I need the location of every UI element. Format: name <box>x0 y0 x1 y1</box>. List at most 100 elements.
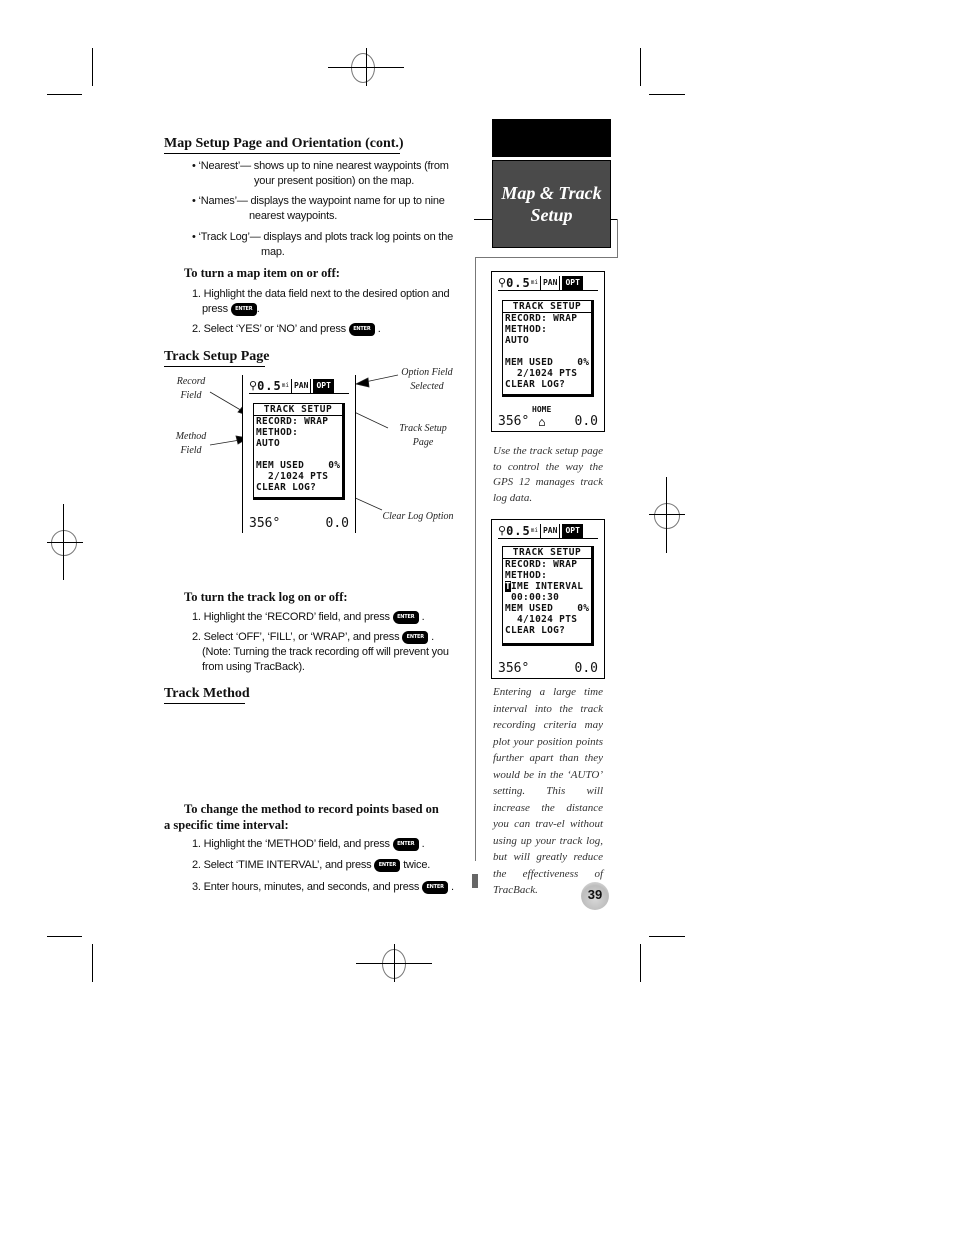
bullet-track-log: • ‘Track Log’— displays and plots track … <box>192 231 454 258</box>
enter-key-icon: ENTER <box>392 837 419 851</box>
time-interval-value: 00:00:30 <box>505 592 560 603</box>
crop-mark <box>640 944 641 982</box>
registration-mark-top <box>328 48 404 86</box>
arrow-method-line <box>209 439 241 446</box>
crop-mark <box>649 94 685 95</box>
gps-status-bar: ⚲ 0.5 mi PAN OPT <box>249 379 349 394</box>
scale-unit: mi <box>281 382 289 389</box>
crop-mark <box>92 944 93 982</box>
scale-unit: mi <box>530 279 538 286</box>
memory-used: MEM USED 0% <box>505 603 590 614</box>
step-time-interval-2: 2. Select ‘TIME INTERVAL’, and press ENT… <box>192 858 431 872</box>
enter-key-icon: ENTER <box>402 630 429 644</box>
panel-title: TRACK SETUP <box>503 547 591 559</box>
page-number: 39 <box>581 882 609 910</box>
bullet-names: • ‘Names’— displays the waypoint name fo… <box>192 195 445 222</box>
record-field: RECORD: WRAP <box>505 559 578 570</box>
tab-rule-right-down <box>617 219 618 257</box>
step-track-log-2: 2. Select ‘OFF’, ‘FILL’, or ‘WRAP’, and … <box>192 630 449 673</box>
track-setup-panel: TRACK SETUP RECORD: WRAP METHOD: TIME IN… <box>502 546 594 646</box>
gps-bottom-bar: 356° 0.0 <box>498 662 598 676</box>
step-map-item-2: 2. Select ‘YES’ or ‘NO’ and press ENTER … <box>192 322 381 336</box>
speed-readout: 0.0 <box>574 661 598 676</box>
map-scale: 0.5 <box>506 524 531 538</box>
sidebar-caption-1: Use the track setup page to control the … <box>493 445 603 504</box>
pan-field: PAN <box>290 379 312 393</box>
clear-log-option: CLEAR LOG? <box>505 625 566 636</box>
gps-screen-track-setup-home: ⚲ 0.5 mi PAN OPT TRACK SETUP RECORD: WRAP… <box>491 271 605 432</box>
map-scale: 0.5 <box>257 379 282 393</box>
opt-field: OPT <box>562 524 583 538</box>
map-scale: 0.5 <box>506 276 531 290</box>
clear-log-option: CLEAR LOG? <box>505 379 566 390</box>
step-time-interval-1: 1. Highlight the ‘METHOD’ field, and pre… <box>192 837 425 851</box>
points-count: 4/1024 PTS <box>505 614 578 625</box>
record-field: RECORD: WRAP <box>256 416 329 427</box>
pan-field: PAN <box>539 276 561 290</box>
heading-readout: 356° <box>498 414 530 429</box>
tab-rule-bottom <box>475 257 618 258</box>
clear-log-option: CLEAR LOG? <box>256 482 317 493</box>
method-field: METHOD: <box>505 324 548 335</box>
enter-key-icon: ENTER <box>374 858 401 872</box>
gps-status-bar: ⚲ 0.5 mi PAN OPT <box>498 276 598 291</box>
method-field: METHOD: <box>256 427 299 438</box>
heading-readout: 356° <box>498 661 530 676</box>
sidebar-rule-marker <box>472 874 478 888</box>
method-value: TIME INTERVAL <box>505 581 584 592</box>
step-map-item-1: 1. Highlight the data field next to the … <box>192 288 450 316</box>
gps-screen-track-setup: ⚲ 0.5 mi PAN OPT TRACK SETUP RECORD: WRAP… <box>242 375 356 533</box>
method-value: AUTO <box>256 438 281 449</box>
chapter-tab: Map & Track Setup <box>492 160 611 248</box>
section-title-map-setup: Map Setup Page and Orientation (cont.) <box>164 136 404 154</box>
opt-field: OPT <box>562 276 583 290</box>
arrow-option-head <box>354 377 370 388</box>
chapter-tab-black-bar <box>492 119 611 157</box>
gps-bottom-bar: 356° ⌂ 0.0 <box>498 414 598 430</box>
crop-mark <box>47 936 82 937</box>
crop-mark <box>640 48 641 86</box>
registration-mark-right <box>649 477 685 553</box>
zoom-icon: ⚲ <box>498 276 507 289</box>
method-field: METHOD: <box>505 570 548 581</box>
crop-mark <box>649 936 685 937</box>
scale-unit: mi <box>530 527 538 534</box>
track-setup-panel: TRACK SETUP RECORD: WRAP METHOD: AUTO ME… <box>253 403 345 500</box>
step-track-log-1: 1. Highlight the ‘RECORD’ field, and pre… <box>192 610 425 624</box>
speed-readout: 0.0 <box>574 414 598 429</box>
opt-field: OPT <box>313 379 334 393</box>
memory-used: MEM USED 0% <box>256 460 341 471</box>
pan-field: PAN <box>539 524 561 538</box>
bullet-nearest: • ‘Nearest’— shows up to nine nearest wa… <box>192 160 449 187</box>
registration-mark-bottom <box>356 944 432 982</box>
enter-key-icon: ENTER <box>392 610 419 624</box>
record-field: RECORD: WRAP <box>505 313 578 324</box>
arrow-record-line <box>209 391 245 413</box>
enter-key-icon: ENTER <box>230 302 257 316</box>
enter-key-icon: ENTER <box>422 880 449 894</box>
speed-readout: 0.0 <box>325 516 349 531</box>
enter-key-icon: ENTER <box>348 322 375 336</box>
section-title-track-method: Track Method <box>164 686 250 704</box>
gps-status-bar: ⚲ 0.5 mi PAN OPT <box>498 524 598 539</box>
sidebar-rule <box>475 257 476 861</box>
gps-bottom-bar: 356° 0.0 <box>249 517 349 531</box>
panel-title: TRACK SETUP <box>254 404 342 416</box>
step-time-interval-3: 3. Enter hours, minutes, and seconds, an… <box>192 880 454 894</box>
track-setup-panel: TRACK SETUP RECORD: WRAP METHOD: AUTO ME… <box>502 300 594 397</box>
arrow-option-line <box>364 374 399 383</box>
sidebar-caption-2: Entering a large time interval into the … <box>493 686 603 896</box>
procedure-title-track-log: To turn the track log on or off: <box>184 590 348 604</box>
chapter-title-line1: Map & Track <box>501 183 602 203</box>
gps-screen-track-setup-time-interval: ⚲ 0.5 mi PAN OPT TRACK SETUP RECORD: WRAP… <box>491 519 605 679</box>
crop-mark <box>47 94 82 95</box>
crop-mark <box>92 48 93 86</box>
memory-used: MEM USED 0% <box>505 357 590 368</box>
points-count: 2/1024 PTS <box>505 368 578 379</box>
chapter-title-line2: Setup <box>530 205 573 225</box>
panel-title: TRACK SETUP <box>503 301 591 313</box>
registration-mark-left <box>47 504 83 580</box>
heading-readout: 356° <box>249 516 281 531</box>
home-label: HOME <box>532 405 552 414</box>
procedure-title-time-interval: To change the method to record points ba… <box>164 802 439 832</box>
